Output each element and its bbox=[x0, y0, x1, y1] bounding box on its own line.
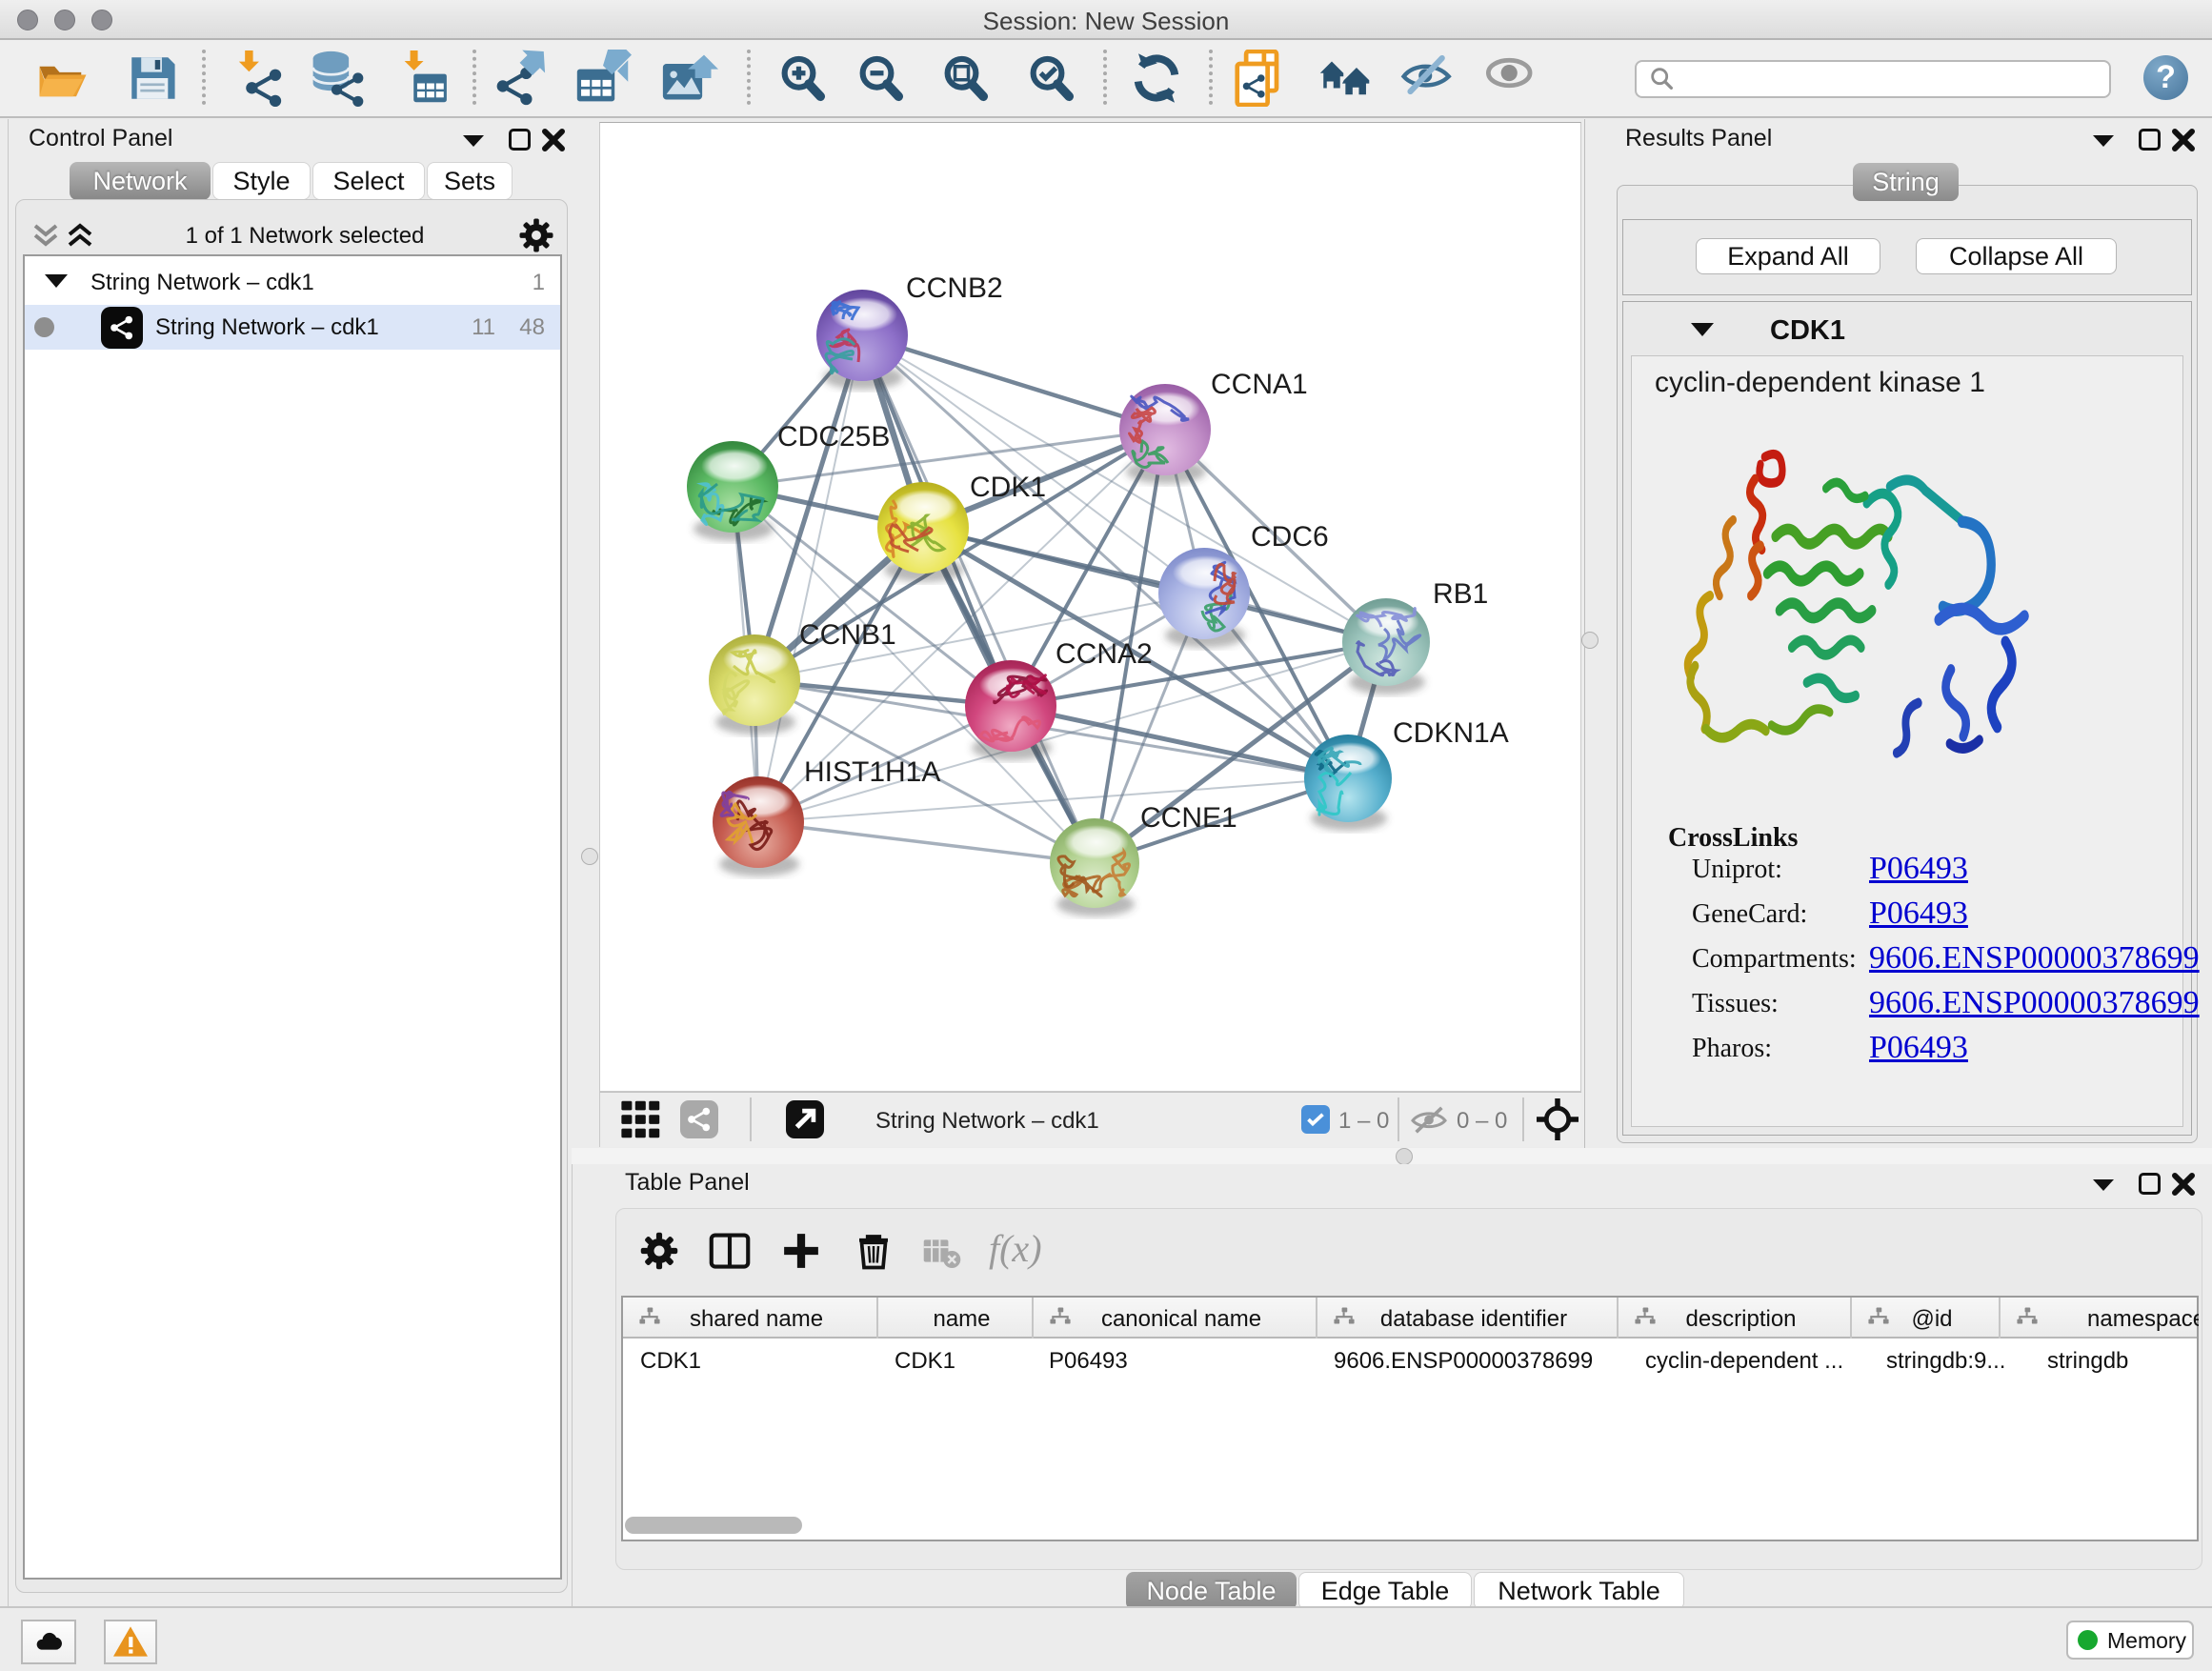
svg-text:CCNB1: CCNB1 bbox=[799, 619, 896, 651]
svg-text:HIST1H1A: HIST1H1A bbox=[804, 756, 940, 788]
svg-text:CDK1: CDK1 bbox=[970, 472, 1046, 503]
svg-text:CDC25B: CDC25B bbox=[777, 421, 890, 453]
svg-text:CCNB2: CCNB2 bbox=[906, 272, 1003, 304]
svg-text:CCNA2: CCNA2 bbox=[1056, 638, 1153, 670]
svg-text:CDKN1A: CDKN1A bbox=[1393, 717, 1509, 749]
svg-text:CCNA1: CCNA1 bbox=[1211, 369, 1308, 400]
svg-text:RB1: RB1 bbox=[1433, 578, 1488, 610]
svg-text:CDC6: CDC6 bbox=[1251, 521, 1329, 553]
svg-text:CCNE1: CCNE1 bbox=[1140, 802, 1237, 834]
